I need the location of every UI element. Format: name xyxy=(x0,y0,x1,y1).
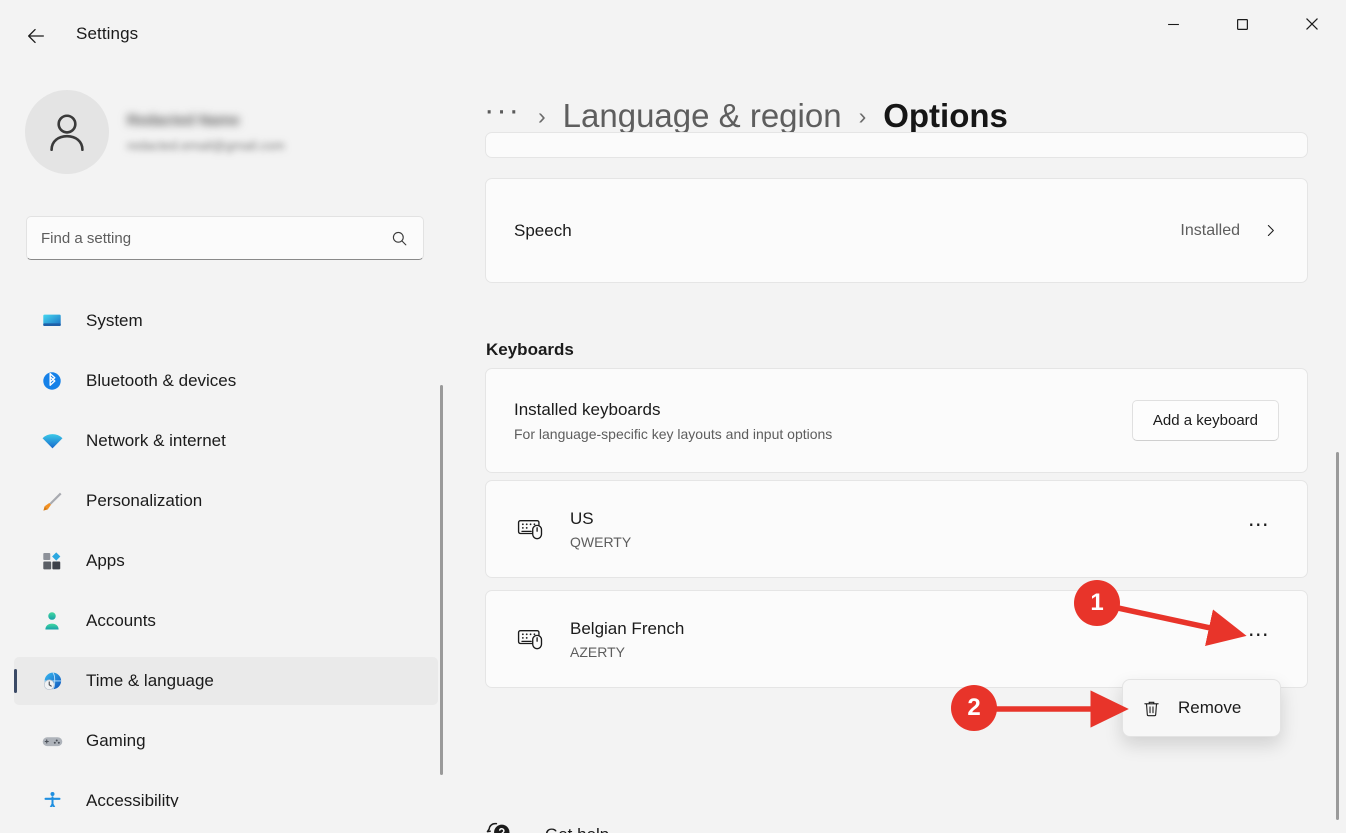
sidebar-nav: System Bluetooth & devices xyxy=(14,297,438,807)
sidebar-item-label: Personalization xyxy=(86,491,202,511)
main-scrollbar[interactable] xyxy=(1336,452,1339,820)
keyboard-row-text: US QWERTY xyxy=(570,509,631,550)
sidebar: Redacted Name redacted.email@gmail.com xyxy=(0,72,452,833)
user-profile[interactable]: Redacted Name redacted.email@gmail.com xyxy=(25,90,285,174)
sidebar-item-gaming[interactable]: Gaming xyxy=(14,717,438,765)
keyboard-row-menu-button[interactable]: ⋯ xyxy=(1239,512,1279,546)
get-help-link[interactable]: Get help xyxy=(485,818,609,833)
page-title: Options xyxy=(883,97,1008,135)
avatar xyxy=(25,90,109,174)
keyboards-section-heading: Keyboards xyxy=(486,340,574,360)
keyboard-name: Belgian French xyxy=(570,619,684,639)
installed-keyboards-card: Installed keyboards For language-specifi… xyxy=(485,368,1308,473)
keyboard-icon xyxy=(514,512,548,546)
minimize-icon xyxy=(1167,18,1180,31)
remove-label: Remove xyxy=(1178,698,1241,718)
keyboard-layout: AZERTY xyxy=(570,644,684,660)
maximize-icon xyxy=(1236,18,1249,31)
wifi-icon xyxy=(40,429,64,453)
sidebar-item-apps[interactable]: Apps xyxy=(14,537,438,585)
apps-grid-icon xyxy=(40,549,64,573)
installed-keyboards-subtitle: For language-specific key layouts and in… xyxy=(514,426,832,442)
sidebar-item-network-internet[interactable]: Network & internet xyxy=(14,417,438,465)
globe-clock-icon xyxy=(40,669,64,693)
sidebar-item-personalization[interactable]: Personalization xyxy=(14,477,438,525)
speech-label: Speech xyxy=(514,221,572,241)
person-avatar-icon xyxy=(42,107,92,157)
title-bar: Settings xyxy=(0,0,1346,72)
keyboard-row-belgian-french[interactable]: Belgian French AZERTY ⋯ xyxy=(485,590,1308,688)
remove-menu-item[interactable]: Remove xyxy=(1122,679,1281,737)
add-a-keyboard-button[interactable]: Add a keyboard xyxy=(1132,400,1279,441)
search-box[interactable] xyxy=(26,216,424,260)
speech-status: Installed xyxy=(1180,222,1240,240)
sidebar-item-label: Accounts xyxy=(86,611,156,631)
back-button[interactable] xyxy=(18,20,54,52)
settings-window: Settings Redacted Name reda xyxy=(0,0,1346,833)
sidebar-item-system[interactable]: System xyxy=(14,297,438,345)
chevron-right-icon: › xyxy=(538,103,546,130)
search-icon xyxy=(390,229,409,248)
app-title: Settings xyxy=(76,24,138,44)
sidebar-scrollbar[interactable] xyxy=(440,385,443,775)
maximize-button[interactable] xyxy=(1208,0,1277,48)
sidebar-item-bluetooth-devices[interactable]: Bluetooth & devices xyxy=(14,357,438,405)
close-icon xyxy=(1305,17,1319,31)
chevron-right-icon xyxy=(1262,222,1279,239)
user-email: redacted.email@gmail.com xyxy=(127,138,285,153)
keyboard-row-menu-button[interactable]: ⋯ xyxy=(1239,622,1279,656)
monitor-icon xyxy=(40,309,64,333)
keyboard-row-text: Belgian French AZERTY xyxy=(570,619,684,660)
sidebar-item-label: Accessibility xyxy=(86,791,179,807)
sidebar-item-label: Time & language xyxy=(86,671,214,691)
back-arrow-icon xyxy=(25,25,47,47)
installed-keyboards-title: Installed keyboards xyxy=(514,400,832,420)
bluetooth-icon xyxy=(40,369,64,393)
sidebar-item-label: Apps xyxy=(86,551,125,571)
close-button[interactable] xyxy=(1277,0,1346,48)
window-controls xyxy=(1139,0,1346,48)
trash-icon xyxy=(1141,698,1162,719)
sidebar-item-time-language[interactable]: Time & language xyxy=(14,657,438,705)
gamepad-icon xyxy=(40,729,64,753)
help-bubble-icon xyxy=(485,818,513,833)
keyboard-name: US xyxy=(570,509,631,529)
keyboard-row-us[interactable]: US QWERTY ⋯ xyxy=(485,480,1308,578)
person-icon xyxy=(40,609,64,633)
keyboard-icon xyxy=(514,622,548,656)
sidebar-item-label: Network & internet xyxy=(86,431,226,451)
keyboard-layout: QWERTY xyxy=(570,534,631,550)
paintbrush-icon xyxy=(40,489,64,513)
sidebar-item-label: Gaming xyxy=(86,731,146,751)
installed-keyboards-text: Installed keyboards For language-specifi… xyxy=(514,400,832,442)
search-input[interactable] xyxy=(41,230,390,247)
sidebar-item-label: Bluetooth & devices xyxy=(86,371,236,391)
sidebar-item-accessibility[interactable]: Accessibility xyxy=(14,777,438,807)
minimize-button[interactable] xyxy=(1139,0,1208,48)
user-name: Redacted Name xyxy=(127,112,285,129)
breadcrumb-overflow-button[interactable]: ··· xyxy=(484,100,521,132)
breadcrumb-parent-link[interactable]: Language & region xyxy=(563,97,842,135)
get-help-label: Get help xyxy=(545,825,609,833)
sidebar-item-accounts[interactable]: Accounts xyxy=(14,597,438,645)
sidebar-item-label: System xyxy=(86,311,143,331)
speech-card[interactable]: Speech Installed xyxy=(485,178,1308,283)
accessibility-person-icon xyxy=(40,789,64,807)
annotation-badge-2: 2 xyxy=(951,685,997,731)
chevron-right-icon: › xyxy=(859,103,867,130)
annotation-badge-1: 1 xyxy=(1074,580,1120,626)
profile-text: Redacted Name redacted.email@gmail.com xyxy=(127,112,285,153)
partial-card-above xyxy=(485,132,1308,158)
speech-card-right: Installed xyxy=(1180,222,1279,240)
